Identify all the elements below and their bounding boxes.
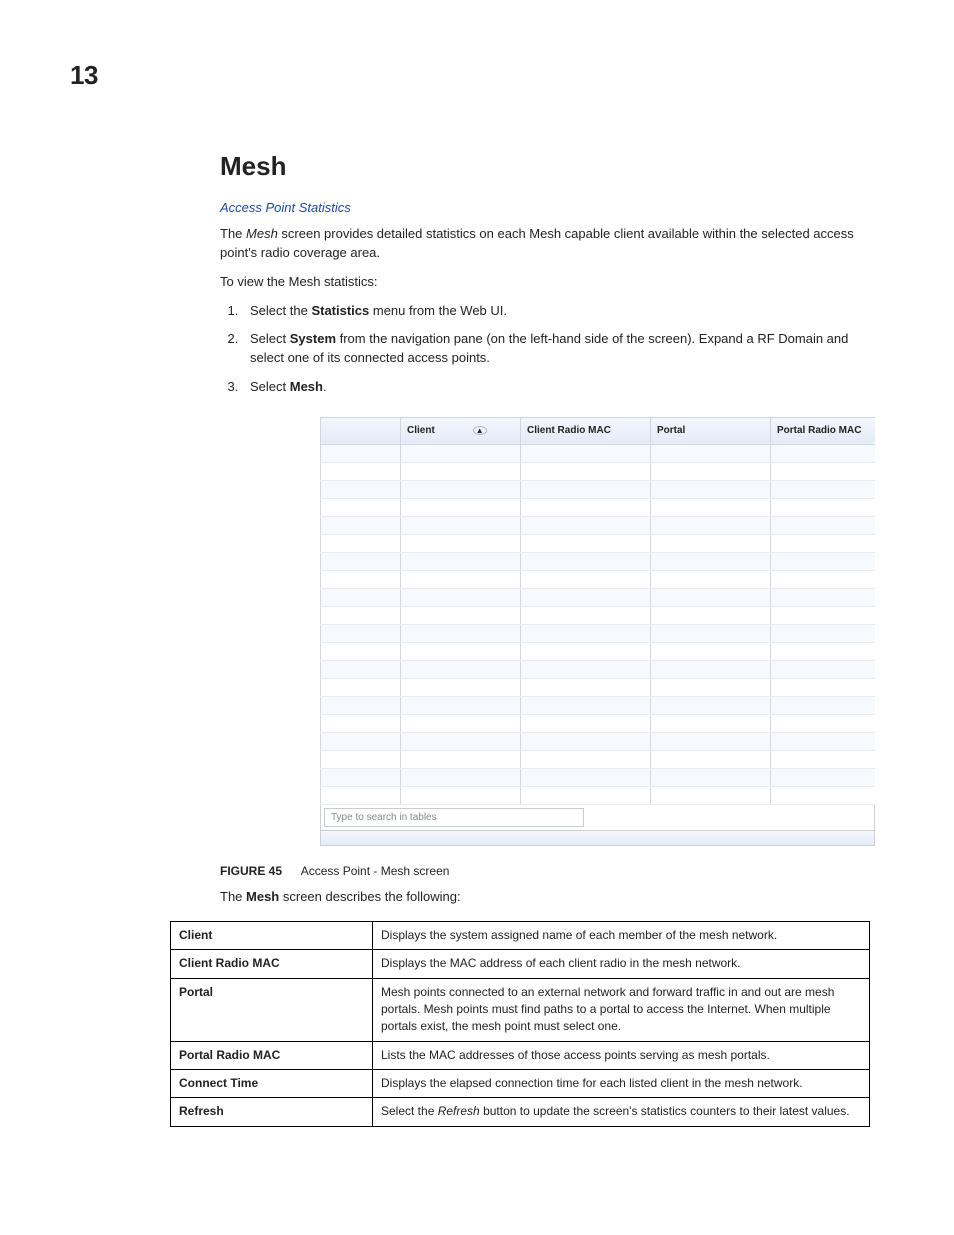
desc-row: Client Radio MAC Displays the MAC addres…	[171, 950, 870, 978]
table-row	[321, 462, 876, 480]
desc-value: Displays the MAC address of each client …	[373, 950, 870, 978]
bold-term: Statistics	[311, 303, 369, 318]
desc-row: Portal Mesh points connected to an exter…	[171, 978, 870, 1041]
figure-label: FIGURE 45	[220, 864, 282, 878]
text: .	[323, 379, 327, 394]
intro-paragraph: The Mesh screen provides detailed statis…	[220, 225, 874, 263]
stats-table: Client ▲ Client Radio MAC Portal Portal R…	[320, 417, 875, 805]
table-row	[321, 444, 876, 462]
table-row	[321, 642, 876, 660]
figure-text: Access Point - Mesh screen	[301, 864, 450, 878]
desc-row: Client Displays the system assigned name…	[171, 921, 870, 949]
table-row	[321, 606, 876, 624]
table-row	[321, 534, 876, 552]
text: The	[220, 889, 246, 904]
table-search-input[interactable]	[324, 808, 584, 827]
table-row	[321, 714, 876, 732]
desc-key: Portal	[171, 978, 373, 1041]
step-item: Select Mesh.	[242, 378, 874, 397]
table-row	[321, 552, 876, 570]
table-row	[321, 696, 876, 714]
text: Select	[250, 331, 290, 346]
text: screen describes the following:	[279, 889, 460, 904]
table-row	[321, 750, 876, 768]
desc-key: Client	[171, 921, 373, 949]
desc-value: Select the Refresh button to update the …	[373, 1098, 870, 1126]
text: button to update the screen's statistics…	[480, 1104, 850, 1118]
table-row	[321, 732, 876, 750]
mesh-italic: Mesh	[246, 226, 278, 241]
text: Select the	[250, 303, 311, 318]
text: from the navigation pane (on the left-ha…	[250, 331, 848, 365]
desc-key: Connect Time	[171, 1070, 373, 1098]
bold-term: System	[290, 331, 336, 346]
bold-term: Mesh	[290, 379, 323, 394]
desc-value: Mesh points connected to an external net…	[373, 978, 870, 1041]
desc-key: Portal Radio MAC	[171, 1041, 373, 1069]
col-label: Client	[407, 425, 435, 436]
table-row	[321, 786, 876, 804]
text: screen provides detailed statistics on e…	[220, 226, 854, 260]
text: The	[220, 226, 246, 241]
table-row	[321, 768, 876, 786]
desc-value: Displays the elapsed connection time for…	[373, 1070, 870, 1098]
table-search-row	[320, 805, 875, 831]
table-header-row: Client ▲ Client Radio MAC Portal Portal R…	[321, 417, 876, 444]
view-prompt: To view the Mesh statistics:	[220, 273, 874, 292]
desc-value: Displays the system assigned name of eac…	[373, 921, 870, 949]
col-header-client-radio-mac[interactable]: Client Radio MAC	[521, 417, 651, 444]
desc-row: Refresh Select the Refresh button to upd…	[171, 1098, 870, 1126]
italic-term: Refresh	[438, 1104, 480, 1118]
step-item: Select System from the navigation pane (…	[242, 330, 874, 368]
desc-value: Lists the MAC addresses of those access …	[373, 1041, 870, 1069]
table-body	[321, 444, 876, 804]
table-row	[321, 678, 876, 696]
table-row	[321, 570, 876, 588]
description-table: Client Displays the system assigned name…	[170, 921, 870, 1127]
desc-row: Portal Radio MAC Lists the MAC addresses…	[171, 1041, 870, 1069]
screenshot-figure: Client ▲ Client Radio MAC Portal Portal R…	[320, 417, 875, 846]
desc-key: Client Radio MAC	[171, 950, 373, 978]
figure-caption: FIGURE 45 Access Point - Mesh screen	[220, 864, 874, 878]
table-row	[321, 480, 876, 498]
text: menu from the Web UI.	[369, 303, 507, 318]
breadcrumb: Access Point Statistics	[220, 200, 874, 215]
text: Select	[250, 379, 290, 394]
col-header-portal[interactable]: Portal	[651, 417, 771, 444]
col-header-client[interactable]: Client ▲	[401, 417, 521, 444]
text: Select the	[381, 1104, 438, 1118]
col-header-portal-radio-mac[interactable]: Portal Radio MAC	[771, 417, 876, 444]
col-header-blank[interactable]	[321, 417, 401, 444]
bold-term: Mesh	[246, 889, 279, 904]
table-row	[321, 624, 876, 642]
table-row	[321, 588, 876, 606]
sort-ascending-icon[interactable]: ▲	[473, 426, 487, 435]
steps-list: Select the Statistics menu from the Web …	[220, 302, 874, 397]
desc-intro: The Mesh screen describes the following:	[220, 888, 874, 907]
table-footer-bar	[320, 831, 875, 846]
step-item: Select the Statistics menu from the Web …	[242, 302, 874, 321]
desc-row: Connect Time Displays the elapsed connec…	[171, 1070, 870, 1098]
table-row	[321, 516, 876, 534]
section-title: Mesh	[220, 151, 874, 182]
table-row	[321, 498, 876, 516]
page-number: 13	[70, 60, 874, 91]
desc-key: Refresh	[171, 1098, 373, 1126]
table-row	[321, 660, 876, 678]
